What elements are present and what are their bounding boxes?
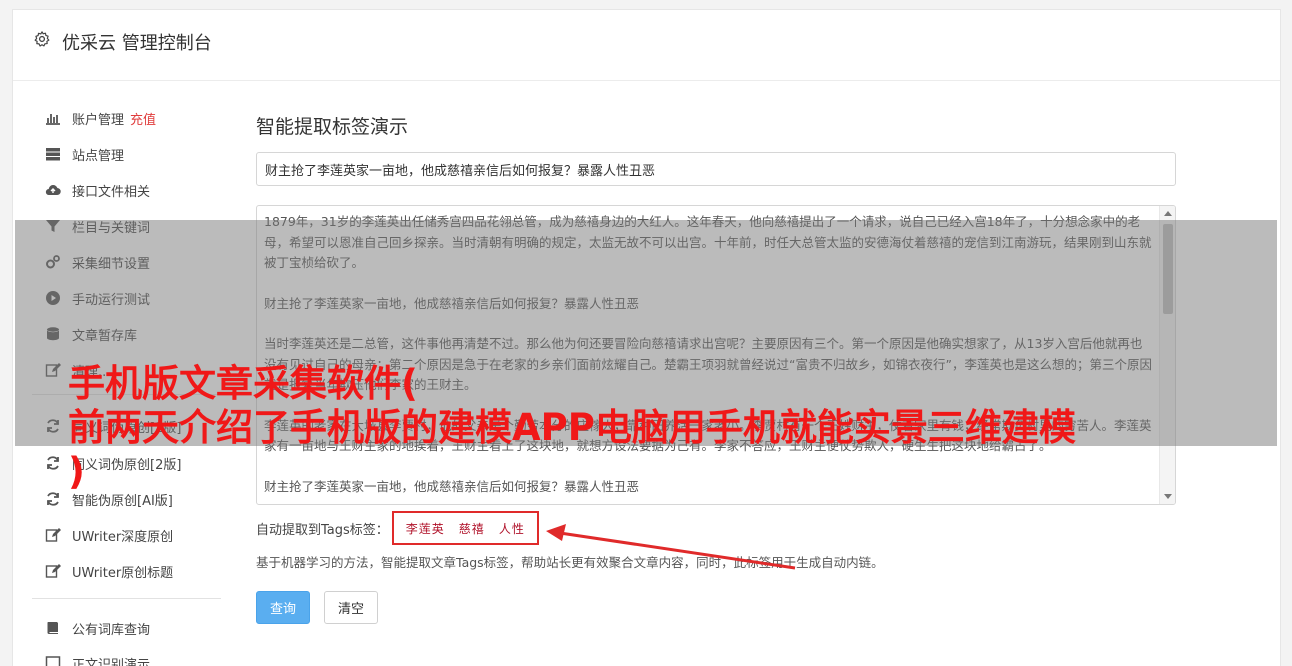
recharge-link[interactable]: 充值 [130, 109, 156, 128]
scroll-down-icon[interactable] [1164, 494, 1172, 499]
sidebar-item-label: UWriter原创标题 [72, 565, 174, 581]
gear-icon [34, 31, 50, 47]
refresh-icon [44, 455, 62, 471]
query-button[interactable]: 查询 [256, 591, 310, 624]
tags-label: 自动提取到Tags标签： [256, 522, 389, 538]
sidebar-item-lexicon[interactable]: 公有词库查询 [32, 616, 222, 640]
article-title-input[interactable] [256, 152, 1176, 186]
tag-item[interactable]: 人性 [499, 520, 525, 537]
sidebar-divider [32, 598, 221, 599]
sidebar-item-sites[interactable]: 站点管理 [32, 142, 222, 166]
overlay-line: 前两天介绍了手机版的建模APP电脑用手机就能实景三维建模 [68, 406, 1076, 449]
edit-icon [44, 527, 62, 543]
tag-item[interactable]: 慈禧 [459, 520, 485, 537]
scroll-up-icon[interactable] [1164, 211, 1172, 216]
tags-box: 李莲英 慈禧 人性 [391, 511, 539, 545]
book-icon [44, 620, 62, 636]
section-title: 智能提取标签演示 [256, 116, 409, 138]
clear-button[interactable]: 清空 [324, 591, 378, 624]
annotation-arrow-icon [546, 524, 796, 570]
sidebar-item-text-recognition[interactable]: 正文识别演示 [32, 651, 222, 666]
overlay-line: 手机版文章采集软件( [68, 362, 418, 405]
tag-item[interactable]: 李莲英 [406, 520, 445, 537]
refresh-icon [44, 491, 62, 507]
page-title: 优采云 管理控制台 [62, 33, 212, 54]
overlay-headline: 手机版文章采集软件( 前两天介绍了手机版的建模APP电脑用手机就能实景三维建模 … [68, 362, 1268, 494]
sidebar-item-label: 公有词库查询 [72, 622, 151, 638]
bar-chart-icon [44, 110, 62, 126]
server-icon [44, 146, 62, 162]
overlay-line: ) [68, 450, 85, 493]
edit-icon [44, 563, 62, 579]
sidebar-item-account[interactable]: 账户管理 充值 [32, 106, 222, 130]
sidebar-item-uwriter-deep[interactable]: UWriter深度原创 [32, 523, 222, 547]
sidebar-item-label: 站点管理 [72, 148, 125, 164]
sidebar-item-label: 账户管理 [72, 112, 125, 128]
sidebar-item-label: UWriter深度原创 [72, 529, 174, 545]
sidebar-item-label: 正文识别演示 [72, 657, 151, 666]
sidebar-item-uwriter-title[interactable]: UWriter原创标题 [32, 559, 222, 583]
tags-row: 自动提取到Tags标签： 李莲英 慈禧 人性 [256, 511, 539, 545]
panel-header: 优采云 管理控制台 [13, 10, 1280, 81]
cloud-upload-icon [44, 182, 62, 198]
sidebar-item-interface[interactable]: 接口文件相关 [32, 178, 222, 202]
sidebar-item-label: 接口文件相关 [72, 184, 151, 200]
window-icon [44, 655, 62, 666]
